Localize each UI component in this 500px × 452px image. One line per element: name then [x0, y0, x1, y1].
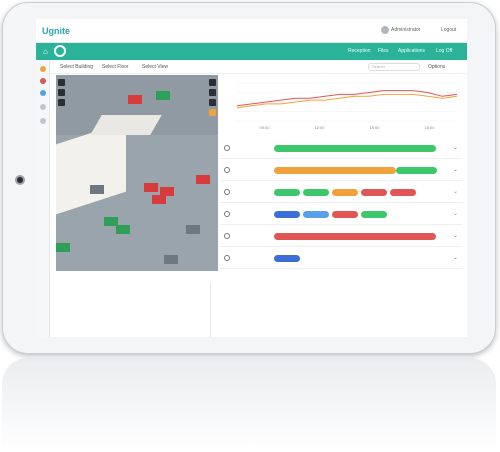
view-dropdown[interactable]: Select View — [142, 64, 168, 70]
desk-occupied[interactable] — [128, 95, 142, 104]
sensor-row[interactable]: ⌄ — [220, 138, 462, 159]
chevron-down-icon[interactable]: ⌄ — [453, 144, 458, 151]
floorplan-3d-view[interactable] — [56, 75, 218, 271]
status-bar — [274, 145, 436, 152]
desk-icon — [224, 189, 230, 195]
sensor-row[interactable]: ⌄ — [220, 226, 462, 247]
status-chip[interactable] — [361, 189, 387, 196]
sensor-row[interactable]: ⌄ — [220, 248, 462, 269]
wall-top — [90, 115, 162, 135]
top-bar: Ugnite Administrator Logout — [36, 19, 467, 43]
status-chip[interactable] — [390, 189, 416, 196]
home-icon[interactable]: ⌂ — [43, 47, 48, 56]
wifi-icon — [224, 145, 230, 151]
status-chip[interactable] — [332, 189, 358, 196]
nav-item-applications[interactable]: Applications — [398, 48, 425, 54]
noise-icon — [224, 255, 230, 261]
desk-neutral[interactable] — [90, 185, 104, 194]
x-tick-label: 18:00 — [424, 125, 435, 130]
home-button[interactable] — [15, 175, 25, 185]
alert-icon[interactable] — [209, 109, 216, 116]
chevron-down-icon[interactable]: ⌄ — [453, 188, 458, 195]
rail-alert-icon[interactable] — [40, 66, 46, 72]
status-bar — [274, 233, 436, 240]
desk-occupied[interactable] — [196, 175, 210, 184]
nav-item-reception[interactable]: Reception — [348, 48, 371, 54]
pin-icon[interactable] — [209, 99, 216, 106]
desk-occupied[interactable] — [152, 195, 166, 204]
sensor-row[interactable]: ⌄ — [220, 204, 462, 225]
desk-free[interactable] — [156, 91, 170, 100]
user-name[interactable]: Administrator — [391, 27, 420, 33]
thermometer-icon — [224, 167, 230, 173]
x-tick-label: 15:00 — [369, 125, 380, 130]
nav-item-files[interactable]: Files — [378, 48, 389, 54]
options-button[interactable]: Options — [428, 64, 445, 70]
x-tick-label: 12:00 — [314, 125, 325, 130]
floor-dropdown[interactable]: Select Floor — [102, 64, 129, 70]
chevron-down-icon[interactable]: ⌄ — [453, 232, 458, 239]
desk-neutral[interactable] — [164, 255, 178, 264]
desk-free[interactable] — [56, 243, 70, 252]
rail-info-icon[interactable] — [40, 90, 46, 96]
building-dropdown[interactable]: Select Building — [60, 64, 93, 70]
fullscreen-icon[interactable] — [209, 89, 216, 96]
sensor-line-chart: 09:00 12:00 15:00 18:00 — [236, 82, 458, 130]
zoom-in-icon[interactable] — [58, 79, 65, 86]
status-bar — [396, 167, 437, 174]
search-input[interactable]: Search — [368, 63, 420, 71]
sensor-row[interactable]: ⌄ — [220, 160, 462, 181]
tablet-reflection — [2, 358, 496, 452]
chevron-down-icon[interactable]: ⌄ — [453, 210, 458, 217]
status-chip[interactable] — [361, 211, 387, 218]
left-rail — [36, 60, 50, 337]
layer-icon[interactable] — [209, 79, 216, 86]
people-icon — [224, 211, 230, 217]
chevron-down-icon[interactable]: ⌄ — [453, 166, 458, 173]
status-chip[interactable] — [303, 189, 329, 196]
status-chip[interactable] — [274, 255, 300, 262]
sensor-row[interactable]: ⌄ — [220, 182, 462, 203]
status-chip[interactable] — [303, 211, 329, 218]
status-chip[interactable] — [274, 211, 300, 218]
nav-bar: ⌂ Reception Files Applications Log Off — [36, 43, 467, 60]
desk-free[interactable] — [116, 225, 130, 234]
toolbar: Select Building Select Floor Select View… — [50, 60, 467, 74]
nav-item-logoff[interactable]: Log Off — [436, 48, 452, 54]
chevron-down-icon[interactable]: ⌄ — [453, 254, 458, 261]
status-bar — [274, 167, 396, 174]
rail-menu-icon[interactable] — [40, 104, 46, 110]
x-tick-label: 09:00 — [259, 125, 270, 130]
status-chip[interactable] — [332, 211, 358, 218]
status-chip[interactable] — [274, 189, 300, 196]
brand-icon — [54, 45, 66, 57]
app-logo: Ugnite — [42, 26, 70, 36]
desk-occupied[interactable] — [144, 183, 158, 192]
divider — [210, 283, 211, 337]
co2-icon — [224, 233, 230, 239]
zoom-out-icon[interactable] — [58, 89, 65, 96]
avatar[interactable] — [381, 26, 389, 34]
tablet-frame: Ugnite Administrator Logout ⌂ Reception … — [2, 2, 496, 354]
desk-neutral[interactable] — [186, 225, 200, 234]
rail-settings-icon[interactable] — [40, 118, 46, 124]
rotate-icon[interactable] — [58, 99, 65, 106]
rail-warning-icon[interactable] — [40, 78, 46, 84]
logout-link[interactable]: Logout — [441, 27, 456, 33]
